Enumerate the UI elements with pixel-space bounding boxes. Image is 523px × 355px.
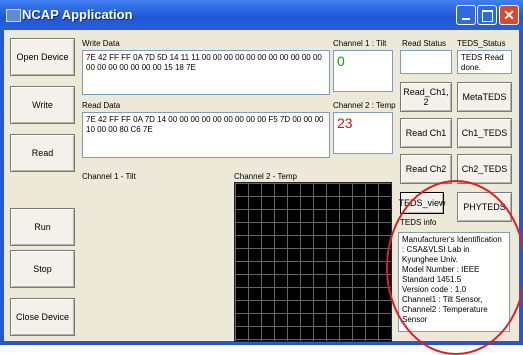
write-data-field[interactable]: 7E 42 FF FF 0A 7D 5D 14 11 11 00 00 00 0…: [82, 50, 330, 95]
write-button[interactable]: Write: [10, 86, 75, 124]
ch1-teds-button[interactable]: Ch1_TEDS: [457, 118, 512, 148]
ch2-teds-button[interactable]: Ch2_TEDS: [457, 154, 512, 184]
read-ch1-button[interactable]: Read Ch1: [400, 118, 452, 148]
maximize-icon: [482, 10, 493, 22]
run-button[interactable]: Run: [10, 208, 75, 246]
read-ch12-button[interactable]: Read_Ch1, 2: [400, 82, 452, 112]
teds-info-model: Model Number : IEEE Standard 1451.5: [402, 265, 480, 284]
read-ch2-button[interactable]: Read Ch2: [400, 154, 452, 184]
channel2-value[interactable]: 23: [333, 112, 393, 154]
teds-info-field[interactable]: Manufacturer's Identification : CSA&VLSI…: [398, 232, 510, 332]
minimize-icon: [462, 18, 470, 20]
minimize-button[interactable]: [456, 5, 476, 25]
app-window: NCAP Application ✕ Open Device Write Rea…: [0, 0, 523, 355]
teds-info-label: TEDS info: [400, 218, 437, 227]
teds-info-manufacturer: Manufacturer's Identification : CSA&VLSI…: [402, 235, 502, 264]
app-icon: [6, 9, 21, 22]
write-data-label: Write Data: [82, 39, 120, 48]
teds-status-label: TEDS_Status: [457, 39, 506, 48]
channel1-value[interactable]: 0: [333, 50, 393, 92]
read-status-field[interactable]: [400, 50, 452, 74]
temperature-plot-grid: [234, 182, 392, 342]
close-button[interactable]: ✕: [499, 5, 519, 25]
plot2-label: Channel 2 - Temp: [234, 172, 297, 181]
stop-button[interactable]: Stop: [10, 250, 75, 288]
close-icon: ✕: [503, 7, 515, 23]
teds-view-button[interactable]: TEDS_view: [399, 192, 446, 214]
read-data-label: Read Data: [82, 101, 121, 110]
teds-info-ch1: Channel1 : Tilt Sensor,: [402, 295, 483, 304]
read-status-label: Read Status: [402, 39, 447, 48]
teds-status-field[interactable]: TEDS Read done.: [457, 50, 512, 74]
client-area: Open Device Write Read Run Stop Close De…: [4, 30, 519, 342]
open-device-button[interactable]: Open Device: [10, 38, 75, 76]
channel1-label: Channel 1 : Tilt: [333, 39, 387, 48]
teds-info-version: Version code : 1.0: [402, 285, 467, 294]
teds-info-ch2: Channel2 : Temperature Sensor: [402, 305, 488, 324]
read-button[interactable]: Read: [10, 134, 75, 172]
phy-teds-button[interactable]: PHYTEDS: [457, 192, 512, 222]
channel2-label: Channel 2 : Temp: [333, 101, 396, 110]
maximize-button[interactable]: [477, 5, 497, 25]
window-title: NCAP Application: [22, 7, 133, 22]
close-device-button[interactable]: Close Device: [10, 298, 75, 336]
meta-teds-button[interactable]: MetaTEDS: [457, 82, 512, 112]
read-data-field[interactable]: 7E 42 FF FF 0A 7D 14 00 00 00 00 00 00 0…: [82, 112, 330, 158]
plot1-label: Channel 1 - Tilt: [82, 172, 136, 181]
title-bar[interactable]: NCAP Application ✕: [0, 0, 523, 30]
